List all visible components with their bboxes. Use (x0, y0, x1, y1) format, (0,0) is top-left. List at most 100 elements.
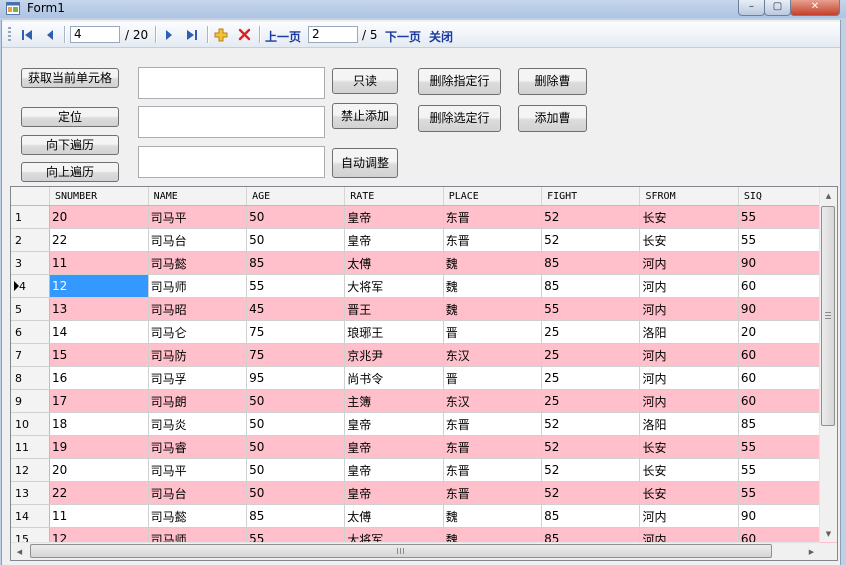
grid-cell[interactable]: 司马昭 (148, 297, 248, 321)
grid-cell[interactable]: 司马孚 (148, 366, 248, 390)
row-header-cell[interactable]: 13 (11, 481, 50, 505)
locate-button[interactable]: 定位 (21, 107, 119, 127)
row-header-cell[interactable]: 4 (11, 274, 50, 298)
grid-cell[interactable]: 东汉 (443, 389, 543, 413)
grid-cell[interactable]: 皇帝 (344, 481, 444, 505)
grid-cell[interactable]: 晋 (443, 320, 543, 344)
table-row[interactable]: 9 17 司马朗 50 主簿 东汉 25 河内 60 (11, 389, 837, 413)
vertical-scroll-thumb[interactable] (821, 206, 835, 426)
column-header-rate[interactable]: RATE (344, 187, 444, 206)
grid-cell[interactable]: 50 (246, 481, 346, 505)
grid-cell[interactable]: 河内 (639, 504, 739, 528)
grid-cell[interactable]: 司马朗 (148, 389, 248, 413)
grid-cell[interactable]: 长安 (639, 205, 739, 229)
table-row[interactable]: 4 12 司马师 55 大将军魏 85 河内 60 (11, 274, 837, 298)
grid-cell[interactable]: 95 (246, 366, 346, 390)
move-previous-button[interactable] (42, 27, 58, 42)
close-window-button[interactable]: ✕ (790, 0, 840, 16)
horizontal-scrollbar[interactable]: ◀ ▶ (11, 542, 820, 560)
top-left-header-cell[interactable] (11, 187, 50, 206)
grid-cell[interactable]: 太傅 (344, 504, 444, 528)
grid-cell[interactable]: 25 (541, 343, 641, 367)
grid-cell[interactable]: 长安 (639, 481, 739, 505)
next-page-link[interactable]: 下一页 (385, 28, 421, 45)
table-row[interactable]: 1 20 司马平 50 皇帝 东晋 52 长安 55 (11, 205, 837, 229)
grid-cell[interactable]: 52 (541, 228, 641, 252)
grid-cell[interactable]: 18 (49, 412, 149, 436)
grid-cell[interactable]: 河内 (639, 389, 739, 413)
move-next-button[interactable] (161, 27, 177, 42)
row-header-cell[interactable]: 5 (11, 297, 50, 321)
grid-cell[interactable]: 洛阳 (639, 320, 739, 344)
readonly-button[interactable]: 只读 (332, 68, 398, 94)
grid-cell[interactable]: 皇帝 (344, 435, 444, 459)
row-header-cell[interactable]: 1 (11, 205, 50, 229)
grid-cell[interactable]: 司马台 (148, 481, 248, 505)
grid-cell[interactable]: 25 (541, 366, 641, 390)
grid-cell[interactable]: 45 (246, 297, 346, 321)
grid-cell[interactable]: 司马睿 (148, 435, 248, 459)
grid-cell[interactable]: 85 (541, 504, 641, 528)
move-last-button[interactable] (184, 27, 200, 42)
grid-cell[interactable]: 52 (541, 435, 641, 459)
grid-cell[interactable]: 东晋 (443, 205, 543, 229)
grid-cell[interactable]: 85 (541, 274, 641, 298)
grid-cell[interactable]: 河内 (639, 251, 739, 275)
table-row[interactable]: 10 18 司马炎 50 皇帝 东晋 52 洛阳 85 (11, 412, 837, 436)
grid-cell[interactable]: 75 (246, 320, 346, 344)
grid-cell[interactable]: 25 (541, 320, 641, 344)
grid-cell[interactable]: 大将军 (344, 274, 444, 298)
table-row[interactable]: 2 22 司马台 50 皇帝 东晋 52 长安 55 (11, 228, 837, 252)
grid-cell[interactable]: 12 (49, 274, 149, 298)
toolbar-grip[interactable] (8, 27, 11, 42)
grid-cell[interactable]: 尚书令 (344, 366, 444, 390)
column-header-place[interactable]: PLACE (443, 187, 543, 206)
add-cao-button[interactable]: 添加曹 (518, 105, 587, 132)
grid-cell[interactable]: 50 (246, 458, 346, 482)
table-row[interactable]: 14 11 司马懿 85 太傅魏 85 河内 90 (11, 504, 837, 528)
horizontal-scroll-thumb[interactable] (30, 544, 772, 558)
grid-cell[interactable]: 52 (541, 458, 641, 482)
column-header-age[interactable]: AGE (246, 187, 346, 206)
grid-cell[interactable]: 50 (246, 435, 346, 459)
grid-cell[interactable]: 14 (49, 320, 149, 344)
move-first-button[interactable] (19, 27, 35, 42)
prev-page-link[interactable]: 上一页 (265, 28, 301, 45)
grid-cell[interactable]: 东汉 (443, 343, 543, 367)
grid-cell[interactable]: 皇帝 (344, 412, 444, 436)
grid-cell[interactable]: 河内 (639, 297, 739, 321)
row-header-cell[interactable]: 2 (11, 228, 50, 252)
grid-cell[interactable]: 魏 (443, 504, 543, 528)
scroll-left-button[interactable]: ◀ (11, 543, 28, 560)
grid-cell[interactable]: 河内 (639, 366, 739, 390)
grid-cell[interactable]: 皇帝 (344, 228, 444, 252)
grid-cell[interactable]: 52 (541, 412, 641, 436)
grid-cell[interactable]: 东晋 (443, 458, 543, 482)
grid-cell[interactable]: 皇帝 (344, 205, 444, 229)
grid-cell[interactable]: 魏 (443, 274, 543, 298)
grid-cell[interactable]: 50 (246, 205, 346, 229)
grid-cell[interactable]: 晋 (443, 366, 543, 390)
table-row[interactable]: 7 15 司马防 75 京兆尹 东汉 25 河内 60 (11, 343, 837, 367)
grid-cell[interactable]: 魏 (443, 251, 543, 275)
grid-cell[interactable]: 52 (541, 205, 641, 229)
grid-cell[interactable]: 长安 (639, 228, 739, 252)
grid-cell[interactable]: 17 (49, 389, 149, 413)
grid-cell[interactable]: 司马防 (148, 343, 248, 367)
grid-cell[interactable]: 东晋 (443, 412, 543, 436)
text-input-3[interactable] (138, 146, 325, 178)
text-input-2[interactable] (138, 106, 325, 138)
grid-cell[interactable]: 长安 (639, 435, 739, 459)
grid-cell[interactable]: 85 (541, 251, 641, 275)
column-header-sfrom[interactable]: SFROM (639, 187, 739, 206)
grid-cell[interactable]: 50 (246, 389, 346, 413)
close-link[interactable]: 关闭 (429, 28, 453, 45)
delete-specified-row-button[interactable]: 删除指定行 (418, 68, 501, 95)
row-header-cell[interactable]: 3 (11, 251, 50, 275)
grid-cell[interactable]: 东晋 (443, 481, 543, 505)
grid-cell[interactable]: 13 (49, 297, 149, 321)
grid-cell[interactable]: 河内 (639, 343, 739, 367)
minimize-button[interactable]: – (738, 0, 765, 16)
grid-cell[interactable]: 京兆尹 (344, 343, 444, 367)
disable-add-button[interactable]: 禁止添加 (332, 103, 398, 129)
